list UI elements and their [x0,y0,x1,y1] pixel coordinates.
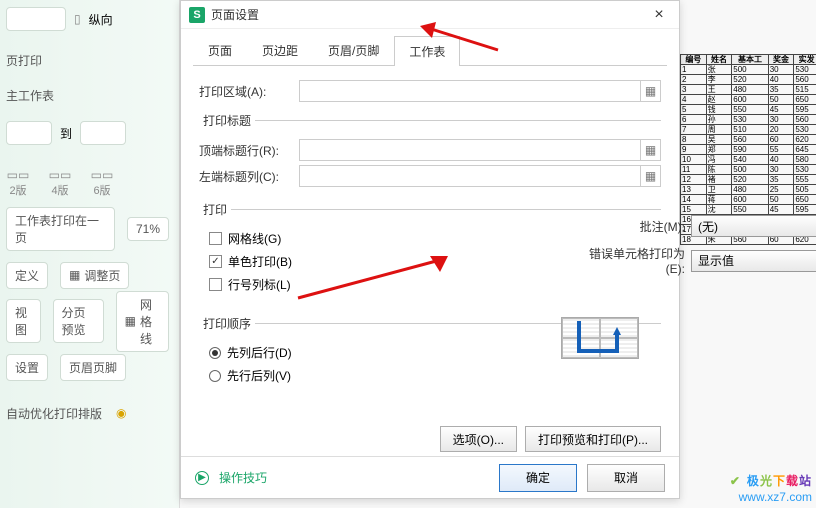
label-pageprint: 页打印 [6,52,173,69]
page-setup-dialog: S 页面设置 × 页面 页边距 页眉/页脚 工作表 打印区域(A): ▦ 打印标… [180,0,680,499]
page-preview-button[interactable]: 分页预览 [53,299,104,343]
fit-to-page-select[interactable]: 工作表打印在一页 [6,207,115,251]
range-picker-icon[interactable]: ▦ [641,165,661,187]
preview-print-button[interactable]: 打印预览和打印(P)... [525,426,661,452]
view-button[interactable]: 视图 [6,299,41,343]
tab-headerfooter[interactable]: 页眉/页脚 [313,35,394,65]
adjust-page-button[interactable]: ▦调整页 [60,262,129,289]
logo-swoosh-icon: ✔ [730,474,741,488]
layout-6up-button[interactable]: ▭▭6版 [90,168,114,198]
label-left-title: 左端标题列(C): [199,168,299,185]
tab-bar: 页面 页边距 页眉/页脚 工作表 [193,35,667,66]
tab-sheet[interactable]: 工作表 [394,36,460,66]
tip-icon: ▶ [195,471,209,485]
legend-print: 打印 [199,201,231,218]
page-to-input[interactable] [80,121,126,145]
orientation-label: 纵向 [89,11,113,28]
tip-link[interactable]: 操作技巧 [219,469,267,486]
label-comments: 批注(M): [571,218,691,235]
close-icon[interactable]: × [647,6,671,24]
label-print-area: 打印区域(A): [199,83,299,100]
zoom-percent[interactable]: 71% [127,217,169,241]
label-top-title: 顶端标题行(R): [199,142,299,159]
label-sheet: 主工作表 [6,87,173,104]
page-from-input[interactable] [6,121,52,145]
coin-icon: ◉ [116,406,126,420]
dialog-title: 页面设置 [211,6,647,23]
legend-order: 打印顺序 [199,315,255,332]
label-to: 到 [60,125,72,142]
headerfooter-button[interactable]: 页眉页脚 [60,354,126,381]
tab-page[interactable]: 页面 [193,35,247,65]
cancel-button[interactable]: 取消 [587,464,665,492]
doc-icon: ▯ [74,12,81,26]
app-icon: S [189,7,205,23]
print-sidebar: ▯ 纵向 页打印 主工作表 到 ▭▭2版 ▭▭4版 ▭▭6版 工作表打印在一页 … [0,0,180,508]
print-area-input[interactable] [299,80,641,102]
label-errors: 错误单元格打印为(E): [571,245,691,276]
top-title-input[interactable] [299,139,641,161]
select-errors[interactable]: 显示值 [691,250,816,272]
site-url: www.xz7.com [730,490,812,504]
print-order-illustration [561,317,639,359]
settings-button[interactable]: 设置 [6,354,48,381]
layout-4up-button[interactable]: ▭▭4版 [48,168,72,198]
title-bar: S 页面设置 × [181,1,679,29]
tab-margins[interactable]: 页边距 [247,35,313,65]
ok-button[interactable]: 确定 [499,464,577,492]
orientation-select[interactable] [6,7,66,31]
select-comments[interactable]: (无) [691,215,816,237]
custom-button[interactable]: 定义 [6,262,48,289]
radio-row-first[interactable]: 先行后列(V) [209,367,661,384]
range-picker-icon[interactable]: ▦ [641,80,661,102]
range-picker-icon[interactable]: ▦ [641,139,661,161]
left-title-input[interactable] [299,165,641,187]
group-print-titles: 打印标题 顶端标题行(R): ▦ 左端标题列(C): ▦ [199,112,661,191]
gridline-button[interactable]: ▦网格线 [116,291,169,352]
options-button[interactable]: 选项(O)... [440,426,517,452]
site-logo: ✔ 极光下载站 www.xz7.com [730,469,812,504]
autofit-label: 自动优化打印排版 [6,405,102,422]
layout-2up-button[interactable]: ▭▭2版 [6,168,30,198]
legend-print-titles: 打印标题 [199,112,255,129]
